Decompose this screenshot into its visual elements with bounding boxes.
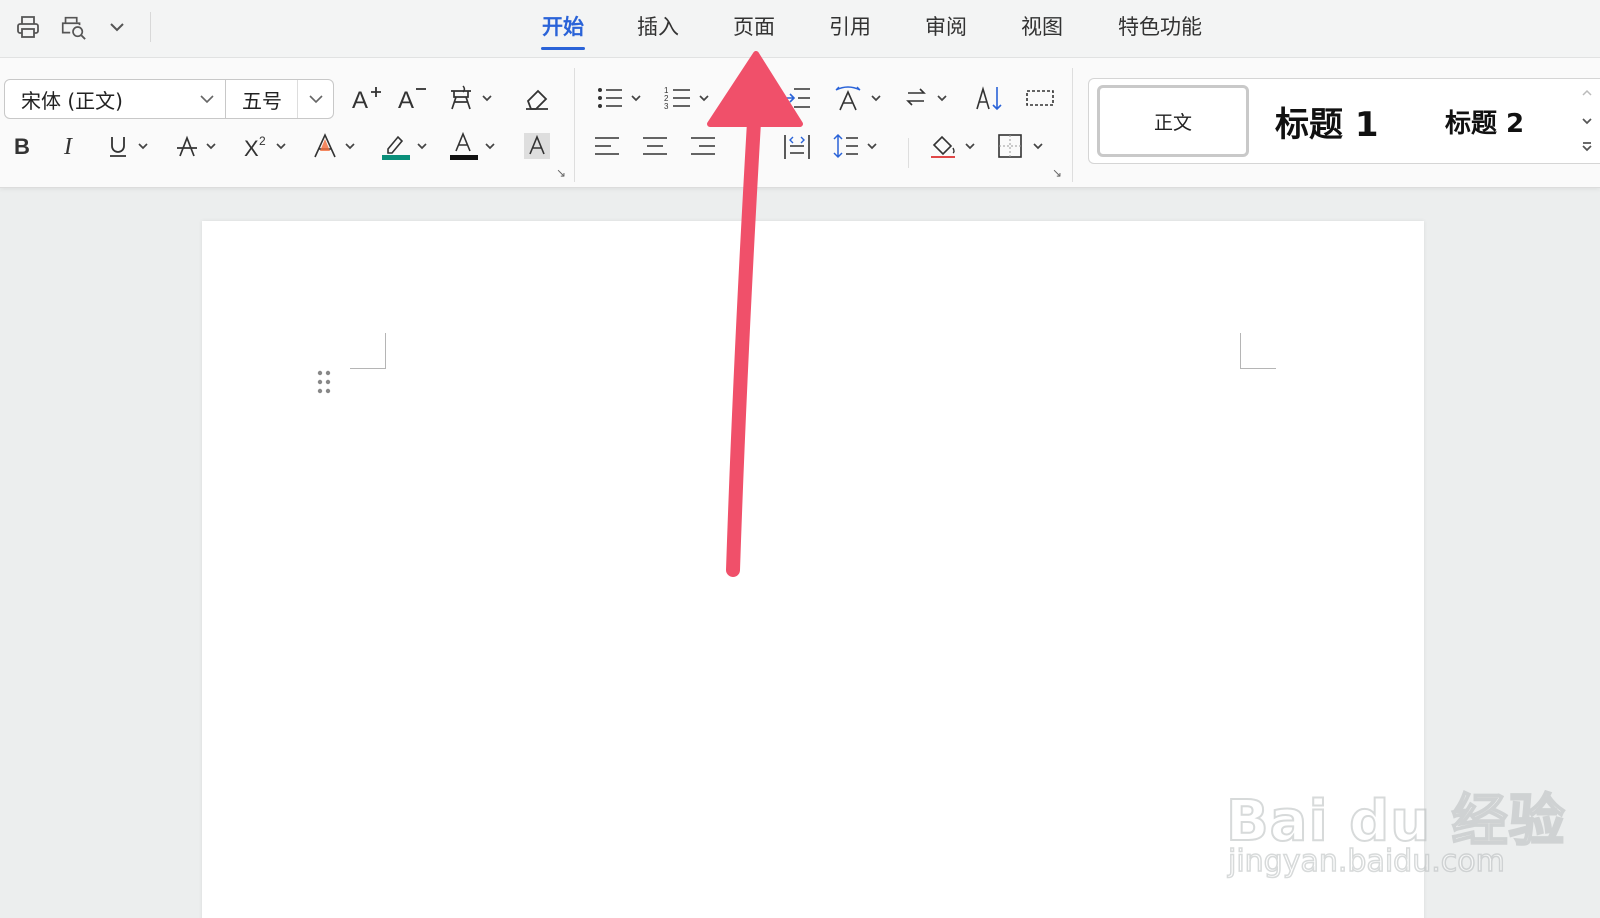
divider	[1072, 68, 1073, 182]
customize-quick-access-button[interactable]	[104, 12, 130, 42]
svg-text:A: A	[398, 87, 414, 113]
divider	[574, 68, 575, 182]
align-center-button[interactable]	[640, 128, 670, 164]
character-shading-button[interactable]	[520, 128, 554, 164]
margin-corner-mark	[350, 333, 386, 369]
borders-icon	[998, 134, 1043, 158]
drag-handle-icon[interactable]	[316, 369, 332, 395]
swap-direction-icon	[906, 88, 947, 106]
divider	[150, 12, 151, 42]
styles-gallery: 正文 标题 1 标题 2	[1088, 78, 1600, 164]
shrink-font-button[interactable]: A	[396, 80, 430, 116]
gallery-scroll-up-icon[interactable]	[1580, 83, 1594, 103]
distributed-align-icon	[784, 135, 810, 159]
show-hide-marks-button[interactable]	[1022, 80, 1058, 116]
font-name-value: 宋体 (正文)	[21, 88, 123, 113]
indent-icon	[784, 88, 810, 108]
chevron-down-icon	[110, 23, 124, 32]
font-dialog-launcher-icon[interactable]: ↘	[556, 166, 566, 180]
print-preview-icon	[61, 16, 86, 40]
grow-font-button[interactable]: A	[350, 80, 384, 116]
tab-special-features[interactable]: 特色功能	[1114, 10, 1206, 50]
phonetic-guide-icon	[451, 85, 492, 110]
style-heading-2[interactable]: 标题 2	[1445, 103, 1524, 140]
align-center-icon	[643, 137, 667, 155]
increase-indent-button[interactable]	[780, 80, 814, 116]
svg-text:B: B	[14, 134, 30, 159]
clear-formatting-button[interactable]	[520, 80, 554, 116]
tab-insert[interactable]: 插入	[634, 10, 682, 50]
italic-icon: I	[63, 134, 73, 160]
tab-review[interactable]: 审阅	[922, 10, 970, 50]
strikethrough-button[interactable]	[174, 128, 226, 164]
align-left-button[interactable]	[592, 128, 622, 164]
print-preview-button[interactable]	[56, 12, 90, 42]
paint-bucket-icon	[931, 135, 975, 158]
bullet-list-icon	[598, 88, 641, 108]
numbered-list-button[interactable]: 123	[664, 80, 718, 116]
paragraph-dialog-launcher-icon[interactable]: ↘	[1052, 166, 1062, 180]
sort-button[interactable]	[972, 80, 1008, 116]
font-size-value: 五号	[242, 88, 282, 113]
tab-references[interactable]: 引用	[826, 10, 874, 50]
tab-view[interactable]: 视图	[1018, 10, 1066, 50]
svg-text:3: 3	[664, 102, 669, 111]
gallery-scroll-down-icon[interactable]	[1580, 111, 1594, 131]
font-name-select[interactable]: 宋体 (正文)	[4, 79, 226, 119]
svg-text:X: X	[244, 136, 259, 161]
distributed-align-button[interactable]	[780, 128, 814, 164]
svg-text:I: I	[63, 134, 73, 160]
style-normal[interactable]: 正文	[1097, 85, 1249, 157]
watermark-url: jingyan.baidu.com	[1227, 843, 1505, 880]
eraser-icon	[526, 89, 548, 110]
superscript-button[interactable]: X2	[242, 128, 298, 164]
align-right-icon	[691, 137, 715, 155]
text-direction-icon	[835, 86, 881, 111]
highlighter-icon	[382, 135, 427, 160]
title-bar: 开始 插入 页面 引用 审阅 视图 特色功能	[0, 0, 1600, 58]
svg-text:A: A	[352, 87, 368, 113]
bullet-list-button[interactable]	[596, 80, 650, 116]
line-spacing-button[interactable]	[832, 128, 886, 164]
print-button[interactable]	[12, 12, 44, 42]
divider	[908, 138, 909, 168]
sort-icon	[976, 86, 1002, 111]
gridlines-icon	[1026, 90, 1054, 106]
margin-corner-mark	[1240, 333, 1276, 369]
text-effects-icon	[314, 133, 355, 158]
borders-button[interactable]	[996, 128, 1052, 164]
highlight-color-button[interactable]	[380, 128, 434, 164]
numbered-list-icon: 123	[664, 86, 709, 111]
style-heading-1[interactable]: 标题 1	[1275, 97, 1379, 146]
line-spacing-icon	[833, 133, 877, 159]
tab-page[interactable]: 页面	[730, 10, 778, 50]
font-size-select[interactable]: 五号	[226, 79, 334, 119]
bold-icon: B	[14, 134, 30, 159]
text-direction-button[interactable]	[832, 80, 890, 116]
chevron-down-icon	[297, 80, 333, 118]
shrink-font-icon: A	[398, 87, 426, 113]
strikethrough-icon	[177, 135, 216, 157]
italic-button[interactable]: I	[56, 128, 86, 164]
svg-text:2: 2	[259, 134, 266, 148]
text-effects-button[interactable]	[312, 128, 366, 164]
grow-font-icon: A	[352, 87, 381, 113]
font-color-icon	[450, 131, 495, 160]
chevron-down-icon	[189, 80, 225, 118]
baidu-watermark: Bai du 经验 jingyan.baidu.com	[1225, 740, 1566, 890]
print-icon	[17, 16, 39, 38]
tab-home[interactable]: 开始	[539, 10, 587, 50]
superscript-icon: X2	[244, 134, 286, 161]
underline-icon	[110, 137, 148, 157]
bold-button[interactable]: B	[8, 128, 38, 164]
underline-button[interactable]	[106, 128, 158, 164]
font-color-button[interactable]	[448, 128, 502, 164]
align-left-icon	[595, 137, 619, 155]
chinese-layout-button[interactable]	[904, 80, 956, 116]
paragraph-shading-button[interactable]	[928, 128, 984, 164]
phonetic-guide-button[interactable]	[446, 80, 498, 116]
character-shading-icon	[524, 133, 550, 159]
align-right-button[interactable]	[688, 128, 718, 164]
gallery-expand-icon[interactable]	[1580, 137, 1594, 157]
